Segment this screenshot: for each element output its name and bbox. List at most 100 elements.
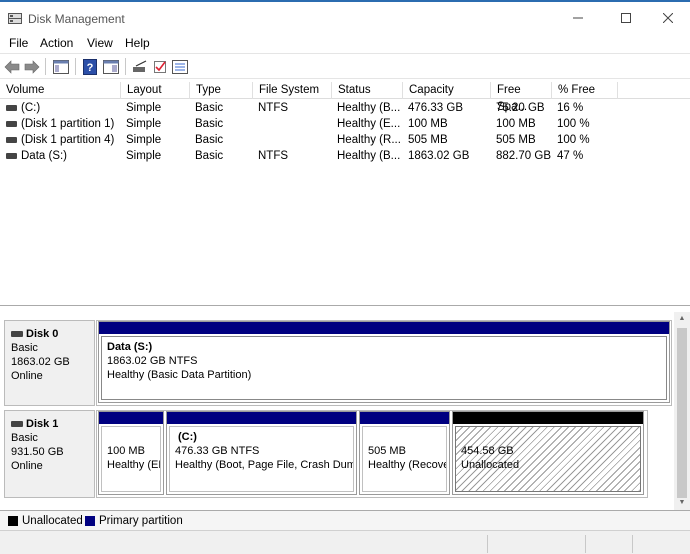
toolbar: ? (0, 53, 690, 79)
cell-capacity: 476.33 GB (408, 102, 463, 114)
volume-row[interactable]: (Disk 1 partition 4) Simple Basic Health… (0, 132, 690, 148)
legend-bar: Unallocated Primary partition (0, 510, 690, 530)
cell-capacity: 1863.02 GB (408, 150, 470, 162)
console-tree-icon (53, 59, 69, 74)
partition-body: 505 MB Healthy (Recove (362, 426, 447, 492)
disk-connect-icon (133, 59, 147, 72)
partition-c[interactable]: (C:) 476.33 GB NTFS Healthy (Boot, Page … (166, 411, 357, 495)
cell-status: Healthy (R... (337, 134, 401, 146)
forward-button[interactable] (23, 58, 41, 75)
cell-free-space: 505 MB (496, 134, 536, 146)
unallocated-bar (453, 412, 643, 424)
cell-layout: Simple (126, 150, 162, 162)
partition-efi[interactable]: 100 MB Healthy (EF (98, 411, 164, 495)
menu-file[interactable]: File (9, 36, 28, 50)
unallocated-swatch (8, 516, 18, 526)
menu-help[interactable]: Help (125, 36, 150, 50)
volume-list: Volume Layout Type File System Status Ca… (0, 82, 690, 306)
scroll-up-icon[interactable]: ▲ (674, 312, 690, 326)
scroll-down-icon[interactable]: ▼ (674, 496, 690, 510)
column-header-status[interactable]: Status (332, 82, 403, 99)
cell-type: Basic (195, 150, 224, 162)
close-icon (663, 13, 673, 23)
disk-1-status: Online (11, 460, 43, 472)
column-header-file-system[interactable]: File System (253, 82, 332, 99)
column-header-volume[interactable]: Volume (0, 82, 121, 99)
volume-icon (6, 153, 17, 159)
cell-percent-free: 100 % (557, 134, 590, 146)
disk-0-status: Online (11, 370, 43, 382)
back-button[interactable] (3, 58, 21, 75)
column-header-capacity[interactable]: Capacity (403, 82, 491, 99)
menu-bar: File Action View Help (0, 33, 690, 53)
column-header-layout[interactable]: Layout (121, 82, 190, 99)
cell-file-system: NTFS (258, 150, 289, 162)
cell-percent-free: 16 % (557, 102, 584, 114)
svg-text:?: ? (87, 62, 94, 74)
cell-type: Basic (195, 134, 224, 146)
disk-0-label[interactable]: Disk 0 Basic 1863.02 GB Online (4, 320, 95, 406)
primary-partition-swatch (85, 516, 95, 526)
cell-free-space: 100 MB (496, 118, 536, 130)
column-header-type[interactable]: Type (190, 82, 253, 99)
settings-button[interactable] (171, 58, 189, 75)
toolbar-separator (45, 58, 46, 75)
cell-free-space: 882.70 GB (496, 150, 551, 162)
close-button[interactable] (646, 4, 690, 32)
column-header-free-space[interactable]: Free Spa... (491, 82, 552, 113)
disk-1-type: Basic (11, 432, 38, 444)
status-divider (585, 535, 586, 553)
partition-body: Data (S:) 1863.02 GB NTFS Healthy (Basic… (101, 336, 667, 400)
maximize-icon (621, 13, 631, 23)
cell-capacity: 505 MB (408, 134, 448, 146)
toolbar-separator (75, 58, 76, 75)
partition-status: Healthy (Basic Data Partition) (107, 369, 252, 381)
disk-1-label[interactable]: Disk 1 Basic 931.50 GB Online (4, 410, 95, 498)
scrollbar-thumb[interactable] (677, 328, 687, 498)
partition-status: Healthy (Recove (368, 459, 447, 471)
disk-graphical-view: Disk 0 Basic 1863.02 GB Online Data (S:)… (0, 312, 690, 510)
volume-row[interactable]: Data (S:) Simple Basic NTFS Healthy (B..… (0, 148, 690, 164)
disk-0-name: Disk 0 (26, 328, 59, 340)
disk-0-name-row: Disk 0 (11, 327, 94, 341)
connect-disk-button[interactable] (131, 58, 149, 75)
maximize-button[interactable] (604, 4, 648, 32)
unallocated-space[interactable]: 454.58 GB Unallocated (452, 411, 644, 495)
partition-body: 100 MB Healthy (EF (101, 426, 161, 492)
partition-recovery[interactable]: 505 MB Healthy (Recove (359, 411, 450, 495)
cell-status: Healthy (B... (337, 150, 401, 162)
cell-file-system: NTFS (258, 102, 289, 114)
check-button[interactable] (151, 58, 169, 75)
cell-capacity: 100 MB (408, 118, 448, 130)
properties-button[interactable] (102, 58, 120, 75)
menu-action[interactable]: Action (40, 36, 73, 50)
volume-row[interactable]: (Disk 1 partition 1) Simple Basic Health… (0, 116, 690, 132)
cell-layout: Simple (126, 118, 162, 130)
cell-status: Healthy (E... (337, 118, 401, 130)
primary-partition-bar (99, 322, 669, 334)
partition-status: Healthy (Boot, Page File, Crash Dump (175, 459, 354, 471)
cell-free-space: 75.20 GB (496, 102, 545, 114)
column-header-percent-free[interactable]: % Free (552, 82, 618, 99)
volume-list-header: Volume Layout Type File System Status Ca… (0, 82, 690, 113)
forward-arrow-icon (24, 59, 40, 74)
menu-view[interactable]: View (87, 36, 113, 50)
cell-layout: Simple (126, 102, 162, 114)
help-button[interactable]: ? (81, 58, 99, 75)
volume-row[interactable]: (C:) Simple Basic NTFS Healthy (B... 476… (0, 100, 690, 116)
disk-1-name: Disk 1 (26, 418, 59, 430)
partition-body: 454.58 GB Unallocated (455, 426, 641, 492)
partition-title: Data (S:) (107, 341, 153, 353)
legend-primary: Primary partition (99, 515, 183, 527)
properties-pane-icon (103, 59, 119, 74)
window-title: Disk Management (28, 12, 125, 26)
cell-percent-free: 47 % (557, 150, 584, 162)
disk-1-partitions: 100 MB Healthy (EF (C:) 476.33 GB NTFS H… (96, 410, 648, 498)
vertical-scrollbar[interactable]: ▲ ▼ (674, 312, 690, 510)
show-hide-console-tree-button[interactable] (52, 58, 70, 75)
partition-data-s[interactable]: Data (S:) 1863.02 GB NTFS Healthy (Basic… (98, 321, 670, 403)
disk-icon (11, 331, 23, 337)
minimize-button[interactable] (556, 4, 600, 32)
disk-management-app-icon (8, 13, 22, 24)
cell-type: Basic (195, 102, 224, 114)
